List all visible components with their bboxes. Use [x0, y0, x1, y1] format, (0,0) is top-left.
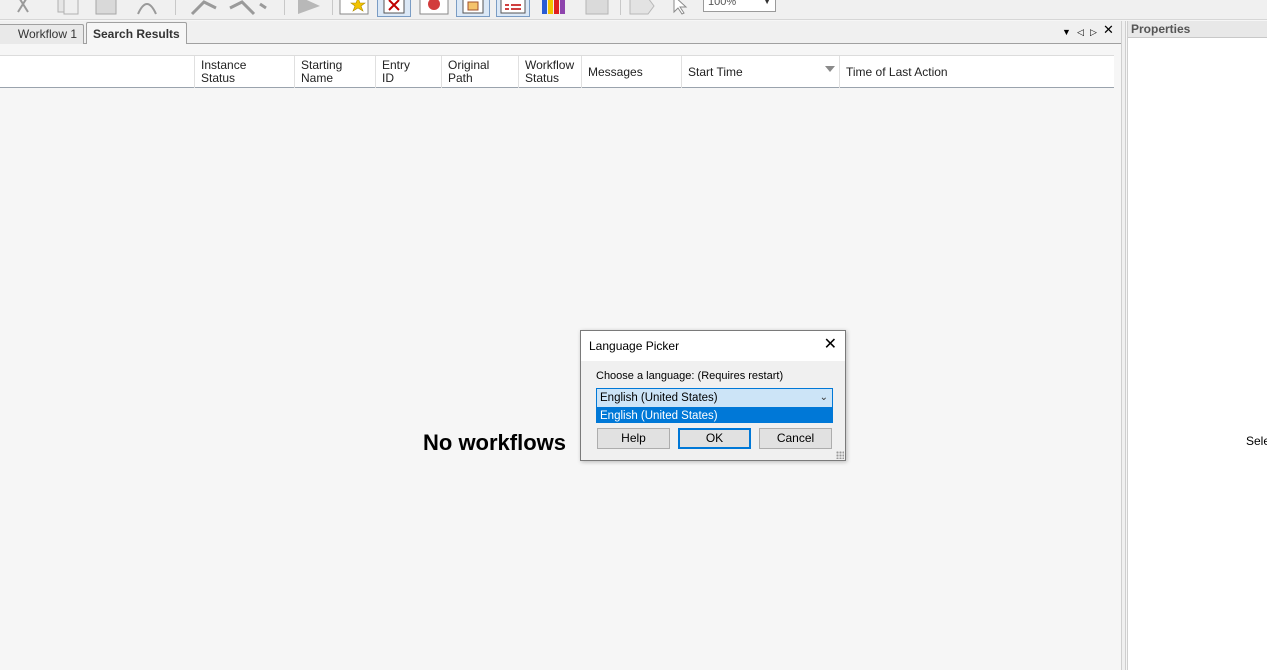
chevron-down-icon: ▼ [763, 0, 771, 6]
main-toolbar: 100% ▼ [0, 0, 1267, 20]
redo-icon[interactable] [226, 0, 270, 16]
scissors-icon[interactable] [8, 0, 38, 16]
tab-workflow-1[interactable]: Workflow 1 [0, 24, 84, 44]
column-label: Workflow Status [525, 58, 575, 85]
results-column-header: Instance Status Starting Name Entry ID O… [0, 55, 1114, 88]
language-prompt-label: Choose a language: (Requires restart) [596, 370, 784, 382]
zoom-combo[interactable]: 100% ▼ [703, 0, 776, 12]
debug-icon[interactable] [418, 0, 450, 16]
help-button[interactable]: Help [597, 428, 670, 449]
column-instance-status[interactable]: Instance Status [194, 56, 294, 88]
language-select-value: English (United States) [600, 392, 718, 404]
delete-icon[interactable] [377, 0, 411, 17]
properties-pane: Properties Sele [1127, 21, 1267, 670]
run-icon[interactable] [294, 0, 324, 16]
toolbar-separator [284, 0, 285, 15]
cancel-button[interactable]: Cancel [759, 428, 832, 449]
properties-title: Properties [1128, 21, 1267, 38]
column-label: Start Time [688, 64, 743, 79]
language-picker-dialog: Language Picker ✕ Choose a language: (Re… [580, 330, 846, 461]
language-select[interactable]: English (United States) ⌄ [596, 388, 833, 408]
column-label: Entry ID [382, 58, 411, 85]
scroll-tabs-right-icon[interactable]: ▷ [1090, 27, 1097, 37]
close-icon[interactable]: ✕ [824, 336, 837, 354]
undo-icon[interactable] [188, 0, 222, 16]
column-workflow-status[interactable]: Workflow Status [518, 56, 581, 88]
resize-grip-icon[interactable] [836, 451, 844, 459]
properties-placeholder: Sele [1246, 434, 1267, 448]
tab-label: Workflow 1 [17, 27, 77, 41]
column-starting-name[interactable]: Starting Name [294, 56, 375, 88]
column-label: Messages [588, 64, 643, 79]
crayons-icon[interactable] [538, 0, 570, 16]
column-entry-id[interactable]: Entry ID [375, 56, 441, 88]
zoom-value: 100% [708, 0, 737, 8]
language-option[interactable]: English (United States) [596, 408, 833, 423]
column-original-path[interactable]: Original Path [441, 56, 518, 88]
grid-icon[interactable] [582, 0, 612, 16]
column-label: Starting Name [301, 58, 343, 85]
pointer-icon[interactable] [666, 0, 694, 16]
tab-label: Search Results [93, 27, 180, 41]
toolbar-separator [175, 0, 176, 15]
chevron-down-icon: ⌄ [819, 392, 828, 403]
cut-tool-icon[interactable] [132, 0, 162, 16]
column-time-of-last-action[interactable]: Time of Last Action [839, 56, 1114, 88]
column-start-time[interactable]: Start Time [681, 56, 839, 88]
tag-icon[interactable] [626, 0, 656, 16]
dialog-title: Language Picker [589, 339, 680, 353]
toolbar-separator [620, 0, 621, 15]
copy-activity-icon[interactable] [456, 0, 490, 17]
column-label: Instance Status [201, 58, 247, 85]
new-starred-icon[interactable] [338, 0, 370, 16]
column-label: Original Path [448, 58, 490, 85]
tab-list-dropdown-icon[interactable]: ▼ [1062, 27, 1071, 37]
copy-icon[interactable] [52, 0, 84, 16]
scroll-tabs-left-icon[interactable]: ◁ [1077, 27, 1084, 37]
ok-button[interactable]: OK [678, 428, 751, 449]
column-messages[interactable]: Messages [581, 56, 681, 88]
pane-splitter[interactable] [1121, 21, 1126, 670]
empty-state-message: No workflows [423, 430, 567, 455]
dialog-titlebar[interactable]: Language Picker ✕ [581, 331, 845, 361]
close-tab-icon[interactable]: ✕ [1103, 23, 1114, 36]
checklist-icon[interactable] [496, 0, 530, 17]
tab-search-results[interactable]: Search Results [86, 22, 187, 44]
language-option-label: English (United States) [600, 410, 718, 422]
paste-icon[interactable] [92, 0, 124, 16]
sort-descending-icon [825, 66, 835, 72]
document-tab-strip: Workflow 1 Search Results ▼ ◁ ▷ ✕ [0, 21, 1121, 44]
toolbar-separator [332, 0, 333, 15]
column-label: Time of Last Action [846, 64, 948, 79]
